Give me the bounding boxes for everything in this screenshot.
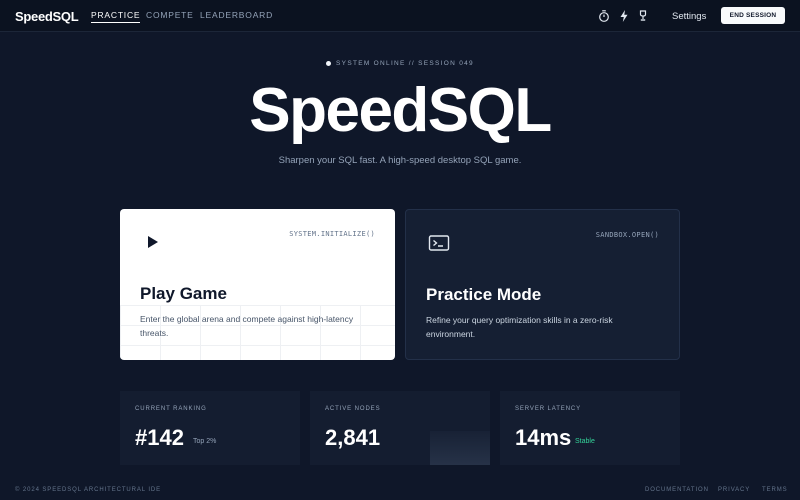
app-logo[interactable]: SpeedSQL <box>15 9 79 24</box>
stat-subtext: Top 2% <box>193 438 217 445</box>
stat-status-badge: Stable <box>575 438 595 445</box>
stat-label: ACTIVE NODES <box>325 406 381 412</box>
tab-leaderboard[interactable]: LEADERBOARD <box>200 10 273 20</box>
top-bar: SpeedSQL PRACTICE COMPETE LEADERBOARD Se… <box>0 0 800 32</box>
stat-label: CURRENT RANKING <box>135 406 207 412</box>
card-description: Refine your query optimization skills in… <box>426 315 613 339</box>
settings-link[interactable]: Settings <box>672 11 706 22</box>
card-code: SYSTEM.INITIALIZE() <box>289 230 375 238</box>
stat-current-ranking: CURRENT RANKING #142 Top 2% <box>120 391 300 465</box>
stat-label: SERVER LATENCY <box>515 406 582 412</box>
footer-link-terms[interactable]: TERMS <box>762 487 788 493</box>
system-status: SYSTEM ONLINE // SESSION 049 <box>0 60 800 67</box>
footer-link-privacy[interactable]: PRIVACY <box>718 487 750 493</box>
tab-practice[interactable]: PRACTICE <box>91 10 141 23</box>
footer-link-documentation[interactable]: DOCUMENTATION <box>645 487 709 493</box>
timer-icon[interactable] <box>598 9 610 23</box>
stat-active-nodes: ACTIVE NODES 2,841 <box>310 391 490 465</box>
hero-title: SpeedSQL <box>249 76 552 145</box>
trophy-icon[interactable] <box>637 9 649 23</box>
practice-mode-card[interactable]: SANDBOX.OPEN() Practice Mode Refine your… <box>405 209 680 360</box>
stat-server-latency: SERVER LATENCY 14ms Stable <box>500 391 680 465</box>
card-description: Enter the global arena and compete again… <box>140 314 354 338</box>
play-icon <box>148 236 158 248</box>
card-title: Practice Mode <box>426 285 542 304</box>
bolt-icon[interactable] <box>618 9 630 23</box>
footer-copyright: © 2024 SPEEDSQL ARCHITECTURAL IDE <box>15 487 162 493</box>
stat-value: 2,841 <box>325 425 381 450</box>
play-game-card[interactable]: SYSTEM.INITIALIZE() Play Game Enter the … <box>120 209 395 360</box>
terminal-icon <box>428 235 450 251</box>
card-code: SANDBOX.OPEN() <box>595 231 659 239</box>
status-dot-icon <box>326 61 332 66</box>
stat-value: #142 <box>135 425 184 450</box>
stat-decoration <box>430 431 490 465</box>
tab-compete[interactable]: COMPETE <box>146 10 194 20</box>
stat-value: 14ms <box>515 425 572 450</box>
hero-tagline: Sharpen your SQL fast. A high-speed desk… <box>278 155 522 166</box>
end-session-button[interactable]: END SESSION <box>721 7 785 24</box>
status-text: SYSTEM ONLINE // SESSION 049 <box>336 60 474 67</box>
card-title: Play Game <box>140 284 227 303</box>
